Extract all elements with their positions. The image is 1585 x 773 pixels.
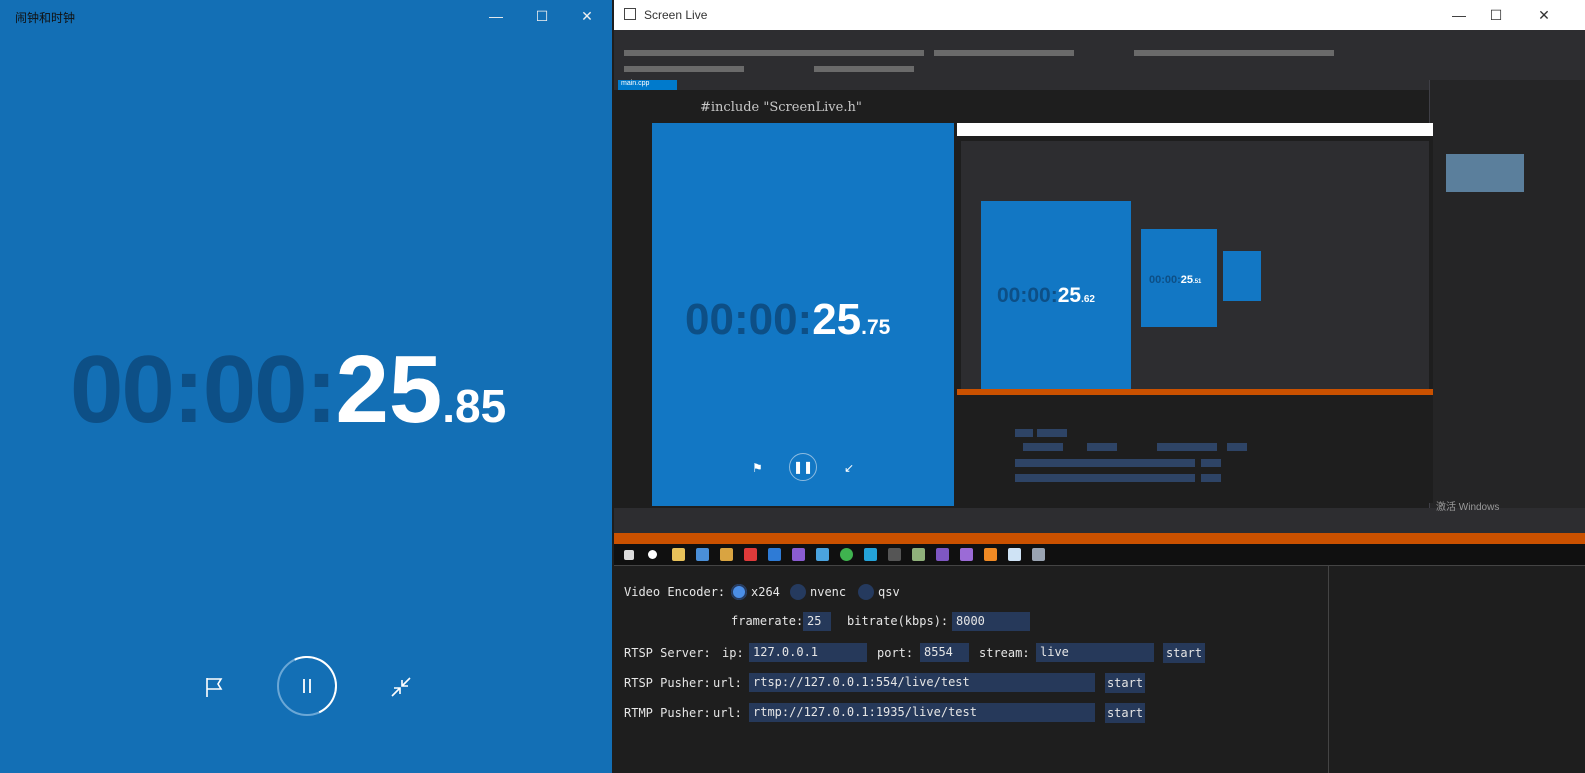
rtsp-url-label: url:: [713, 676, 742, 690]
app-icon: [624, 8, 636, 20]
captured-live-window: 00:00:25.62 00:00:25.51: [957, 123, 1433, 503]
bitrate-label: bitrate(kbps):: [847, 614, 949, 628]
stopwatch-display: 00:00:25.85: [70, 342, 506, 438]
start-icon: [624, 550, 634, 560]
live-titlebar: Screen Live — ☐ ✕: [614, 0, 1585, 30]
captured-timer-2: 00:00:25.62: [997, 284, 1095, 307]
radio-x264[interactable]: [731, 584, 747, 600]
captured-alarm-2: 00:00:25.62: [981, 201, 1131, 395]
rtsp-pusher-label: RTSP Pusher:: [624, 676, 711, 690]
live-window-title: Screen Live: [644, 8, 708, 22]
flag-icon[interactable]: [199, 672, 229, 702]
captured-editor-tab: main.cpp: [618, 80, 677, 90]
encoder-option-x264: x264: [751, 585, 780, 599]
progress-ring: [268, 647, 346, 725]
rtmp-url-input[interactable]: rtmp://127.0.0.1:1935/live/test: [749, 703, 1095, 722]
captured-diagnostics-panel: [1429, 80, 1585, 508]
minimize-icon[interactable]: —: [481, 4, 511, 28]
rtsp-pusher-start-button[interactable]: start: [1105, 673, 1145, 693]
captured-timer-3: 00:00:25.51: [1149, 274, 1202, 286]
flag-icon: ⚑: [752, 461, 763, 475]
rtmp-pusher-start-button[interactable]: start: [1105, 703, 1145, 723]
captured-memory-graph: [1446, 154, 1524, 192]
captured-vs-statusbar: [614, 533, 1585, 544]
screen-live-window: Screen Live — ☐ ✕ main.cpp #include "Scr…: [614, 0, 1585, 773]
encoder-option-nvenc: nvenc: [810, 585, 847, 599]
maximize-icon[interactable]: ☐: [527, 4, 557, 28]
framerate-label: framerate:: [731, 614, 804, 628]
activate-windows-watermark: 激活 Windows: [1436, 502, 1500, 513]
rtsp-server-label: RTSP Server:: [624, 646, 711, 660]
alarm-clock-window: 闹钟和时钟 — ☐ ✕ 00:00:25.85: [0, 0, 612, 773]
captured-toolbar: [614, 46, 1585, 78]
pause-icon: ❚❚: [789, 453, 817, 481]
radio-nvenc[interactable]: [790, 584, 806, 600]
rtmp-url-label: url:: [713, 706, 742, 720]
close-icon[interactable]: ✕: [1524, 3, 1564, 27]
ip-label: ip:: [722, 646, 744, 660]
framerate-input[interactable]: 25: [803, 612, 831, 631]
rtsp-url-input[interactable]: rtsp://127.0.0.1:554/live/test: [749, 673, 1095, 692]
stopwatch-centiseconds: .85: [442, 380, 507, 432]
shrink-icon[interactable]: [386, 672, 416, 702]
stream-label: stream:: [979, 646, 1030, 660]
stream-input[interactable]: live: [1036, 643, 1154, 662]
encoder-option-qsv: qsv: [878, 585, 900, 599]
radio-qsv[interactable]: [858, 584, 874, 600]
bitrate-input[interactable]: 8000: [952, 612, 1030, 631]
rtsp-server-start-button[interactable]: start: [1163, 643, 1205, 663]
shrink-icon: ↙: [844, 461, 855, 475]
search-icon: [648, 550, 657, 559]
port-input[interactable]: 8554: [920, 643, 969, 662]
port-label: port:: [877, 646, 914, 660]
rtmp-pusher-label: RTMP Pusher:: [624, 706, 711, 720]
side-panel: [1328, 565, 1585, 773]
captured-menubar: [614, 30, 1585, 47]
stopwatch-seconds: 25: [335, 336, 443, 443]
captured-alarm-window: 00:00:25.75 ⚑ ❚❚ ↙: [652, 123, 954, 506]
captured-taskbar: [614, 544, 1585, 565]
captured-alarm-3: 00:00:25.51: [1141, 229, 1217, 327]
ip-input[interactable]: 127.0.0.1: [749, 643, 867, 662]
minimize-icon[interactable]: —: [1439, 3, 1479, 27]
close-icon[interactable]: ✕: [572, 4, 602, 28]
stream-controls-panel: Video Encoder: x264 nvenc qsv framerate:…: [614, 565, 1328, 773]
captured-code-line: #include "ScreenLive.h": [700, 100, 862, 115]
captured-timer-1: 00:00:25.75: [685, 295, 891, 344]
maximize-icon[interactable]: ☐: [1476, 3, 1516, 27]
video-encoder-label: Video Encoder:: [624, 585, 726, 599]
stopwatch-hours-minutes: 00:00:: [70, 336, 337, 443]
pause-button[interactable]: [268, 647, 346, 725]
screen-preview: main.cpp #include "ScreenLive.h" 00:00:2…: [614, 30, 1585, 565]
alarm-window-title: 闹钟和时钟: [15, 11, 76, 25]
